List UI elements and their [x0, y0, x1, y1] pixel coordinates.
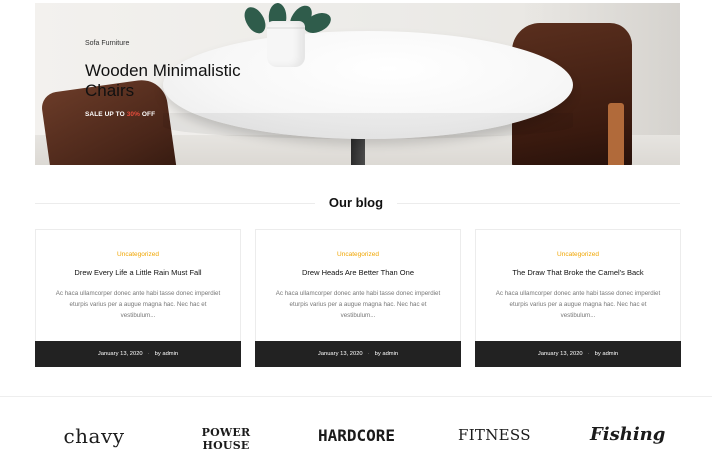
hero-title-line2: Chairs — [85, 81, 135, 100]
post-category-link[interactable]: Uncategorized — [36, 251, 240, 258]
hero-sale-text: SALE UP TO 30% OFF — [85, 111, 275, 118]
post-date[interactable]: January 13, 2020 — [98, 351, 143, 357]
sale-prefix: SALE UP TO — [85, 111, 127, 118]
sale-suffix: OFF — [140, 111, 156, 118]
post-category-link[interactable]: Uncategorized — [256, 251, 460, 258]
post-author[interactable]: by admin — [595, 351, 619, 357]
hero-title-line1: Wooden Minimalistic — [85, 61, 241, 80]
post-title-link[interactable]: The Draw That Broke the Camel's Back — [476, 268, 680, 277]
blog-card[interactable]: Uncategorized Drew Every Life a Little R… — [35, 229, 241, 367]
brand-logo-chavy[interactable]: chavy — [58, 424, 130, 448]
blog-card[interactable]: Uncategorized Drew Heads Are Better Than… — [255, 229, 461, 367]
post-excerpt: Ac haca ullamcorper donec ante habi tass… — [495, 290, 661, 319]
brands-divider — [0, 396, 712, 397]
blog-heading: Our blog — [328, 195, 384, 210]
brand-logo-fitness[interactable]: FITNESS — [458, 426, 531, 444]
post-title-link[interactable]: Drew Heads Are Better Than One — [256, 268, 460, 277]
sale-value: 30% — [126, 111, 140, 118]
meta-separator: · — [587, 351, 590, 357]
hero-banner[interactable]: Sofa Furniture Wooden Minimalistic Chair… — [35, 3, 680, 165]
post-meta-bar: January 13, 2020 · by admin — [255, 341, 461, 367]
post-excerpt: Ac haca ullamcorper donec ante habi tass… — [275, 290, 441, 319]
post-author[interactable]: by admin — [155, 351, 179, 357]
post-excerpt: Ac haca ullamcorper donec ante habi tass… — [55, 290, 221, 319]
post-author[interactable]: by admin — [375, 351, 399, 357]
hero-title[interactable]: Wooden Minimalistic Chairs — [85, 61, 275, 101]
post-meta-bar: January 13, 2020 · by admin — [475, 341, 681, 367]
brand-logo-powerhouse[interactable]: POWER HOUSE — [186, 426, 266, 451]
hero-text-block: Sofa Furniture Wooden Minimalistic Chair… — [85, 40, 275, 118]
meta-separator: · — [367, 351, 370, 357]
post-category-link[interactable]: Uncategorized — [476, 251, 680, 258]
meta-separator: · — [147, 351, 150, 357]
brand-logo-fishing[interactable]: Fishing — [590, 424, 665, 445]
hero-subtitle: Sofa Furniture — [85, 40, 130, 47]
post-title-link[interactable]: Drew Every Life a Little Rain Must Fall — [36, 268, 240, 277]
post-date[interactable]: January 13, 2020 — [318, 351, 363, 357]
post-date[interactable]: January 13, 2020 — [538, 351, 583, 357]
brand-logo-hardcore[interactable]: HARDCORE — [318, 426, 395, 445]
post-meta-bar: January 13, 2020 · by admin — [35, 341, 241, 367]
blog-card[interactable]: Uncategorized The Draw That Broke the Ca… — [475, 229, 681, 367]
